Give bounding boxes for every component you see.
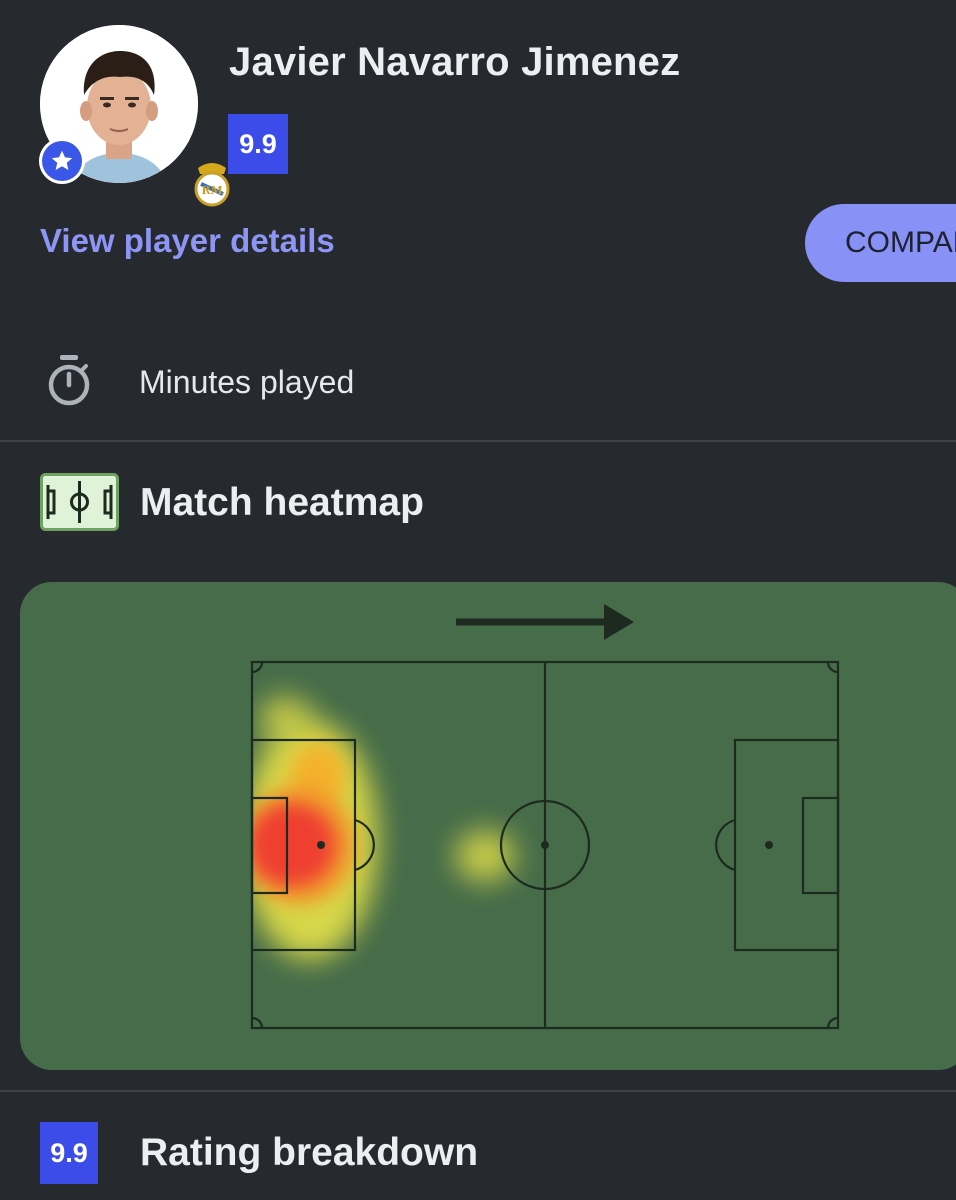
heat-zone-midfield — [455, 830, 515, 882]
divider — [0, 1090, 956, 1092]
rating-breakdown-badge: 9.9 — [40, 1122, 98, 1184]
heatmap-pitch — [250, 604, 840, 1030]
rating-breakdown-title[interactable]: Rating breakdown — [140, 1131, 478, 1175]
heat-zones — [252, 696, 515, 960]
attack-direction-arrow — [456, 604, 634, 640]
